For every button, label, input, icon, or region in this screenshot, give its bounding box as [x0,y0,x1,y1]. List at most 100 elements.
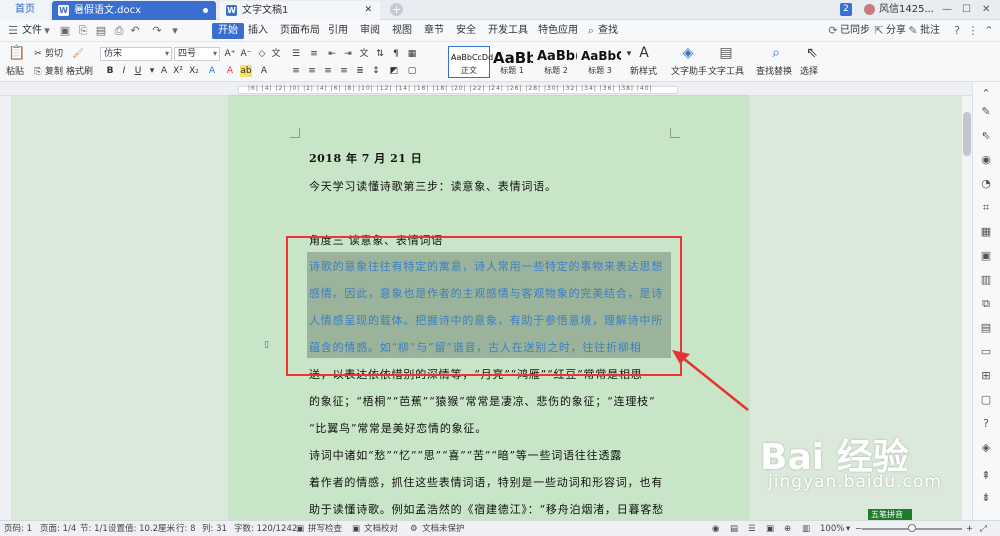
close-icon[interactable]: ✕ [364,1,372,20]
char-shading-icon[interactable]: A [258,65,270,77]
doc-helper-icon[interactable]: ◈ [680,45,696,61]
menu-view[interactable]: 视图 [392,23,412,39]
select-button[interactable]: 选择 [800,66,818,78]
chevron-up-icon[interactable]: ⌃ [978,86,994,102]
crop-icon[interactable]: ⌗ [978,200,994,216]
image-icon[interactable]: ▣ [978,248,994,264]
styles-scroll-icon[interactable]: ▾ [623,48,635,60]
line-spacing-icon[interactable]: ↕ [370,65,382,77]
cut-button[interactable]: 剪切 [45,48,63,60]
notification-badge[interactable]: 2 [840,3,852,16]
style-heading-1[interactable]: AaBb 标题 1 [490,46,534,78]
phonetic-icon[interactable]: 文 [270,48,282,60]
text-effect-icon[interactable]: A [206,65,218,77]
share-icon[interactable]: ⇱ [872,24,886,38]
menu-references[interactable]: 引用 [328,23,348,39]
italic-icon[interactable]: I [118,65,130,77]
font-color-icon[interactable]: A [224,65,236,77]
find-replace-icon[interactable]: ⌕ [768,45,784,61]
more-icon[interactable]: ⋮ [966,24,980,38]
protect-status[interactable]: 文档未保护 [422,523,465,535]
print-icon[interactable]: ⎙ [112,24,126,38]
print-preview-icon[interactable]: ▤ [94,24,108,38]
doc-intro-line[interactable]: 今天学习读懂诗歌第三步：读意象、表情词语。 [309,178,557,194]
location-icon[interactable]: ◉ [978,152,994,168]
menu-developer[interactable]: 开发工具 [488,23,528,39]
superscript-icon[interactable]: X² [172,65,184,77]
view-page-icon[interactable]: ▤ [730,523,738,535]
close-window-icon[interactable]: ✕ [982,0,990,20]
align-left-icon[interactable]: ≡ [290,65,302,77]
copy-icon[interactable]: ⎘ [32,66,44,78]
chevron-down-icon[interactable]: ▾ [146,65,158,77]
maximize-icon[interactable]: ☐ [962,0,971,20]
proofread-icon[interactable]: ▣ [352,523,360,535]
strikethrough-icon[interactable]: A [158,65,170,77]
vertical-scrollbar[interactable] [962,96,972,520]
chart-icon[interactable]: ▥ [978,272,994,288]
menu-special[interactable]: 特色应用 [538,23,578,39]
paste-icon[interactable]: ▤ [978,320,994,336]
cursor-icon[interactable]: ⇖ [978,128,994,144]
decrease-indent-icon[interactable]: ⇤ [326,48,338,60]
share-button[interactable]: 分享 [886,23,906,39]
table-icon[interactable]: ▦ [406,48,418,60]
cut-icon[interactable]: ✂ [32,48,44,60]
chevron-down-icon[interactable]: ▾ [40,24,54,38]
text-tools-button[interactable]: 文字工具 [708,66,744,78]
tab-document-new[interactable]: W 文字文稿1 ✕ [220,1,380,20]
paste-icon[interactable]: 📋 [8,45,25,61]
align-right-icon[interactable]: ≡ [322,65,334,77]
distribute-icon[interactable]: ≣ [354,65,366,77]
help-icon[interactable]: ? [950,24,964,38]
tab-document-summer-chinese[interactable]: W 暑假语文.docx [52,1,216,20]
status-page[interactable]: 页面: 1/4 [40,523,76,535]
eye-icon[interactable]: ◉ [712,523,719,535]
select-cursor-icon[interactable]: ⇖ [804,45,820,61]
menu-review[interactable]: 审阅 [360,23,380,39]
undo-history-icon[interactable]: ⎘ [76,24,90,38]
bullet-list-icon[interactable]: ☰ [290,48,302,60]
collapse-ribbon-icon[interactable]: ⌃ [982,24,996,38]
sort-icon[interactable]: ⇅ [374,48,386,60]
user-name[interactable]: 风信1425... [879,0,934,20]
proofread-button[interactable]: 文档校对 [364,523,398,535]
layers-icon[interactable]: ⧉ [978,296,994,312]
grow-font-icon[interactable]: A⁺ [224,48,236,60]
doc-body-line[interactable]: 诗词中诸如“愁”“忆”“思”“喜”“苦”“暗”等一些词语往往透露 [309,447,622,463]
flow-icon[interactable]: ⊞ [978,368,994,384]
menu-search[interactable]: 查找 [598,23,618,39]
spell-check-icon[interactable]: ▣ [296,523,304,535]
style-normal[interactable]: AaBbCcDd 正文 [448,46,493,78]
avatar[interactable] [864,4,875,15]
view-globe-icon[interactable]: ⊕ [784,523,791,535]
zoom-dropdown-icon[interactable]: ▾ [846,523,850,535]
redo-icon[interactable]: ↷ [150,24,164,38]
menu-file[interactable]: 文件 [22,23,42,39]
underline-icon[interactable]: U [132,65,144,77]
view-web-icon[interactable]: ▣ [766,523,774,535]
justify-icon[interactable]: ≡ [338,65,350,77]
save-icon[interactable]: ▣ [58,24,72,38]
paragraph-layout-icon[interactable]: ▯ [264,340,274,351]
chinese-layout-icon[interactable]: 文 [358,48,370,60]
sync-status[interactable]: 已同步 [840,23,870,39]
shape-icon[interactable]: ◔ [978,176,994,192]
help-icon[interactable]: ? [978,416,994,432]
find-replace-button[interactable]: 查找替换 [756,66,792,78]
annotate-icon[interactable]: ✎ [906,24,920,38]
horizontal-ruler[interactable]: |6| |4| |2| |0| |2| |4| |6| |8| |10| |12… [0,82,1000,96]
customize-icon[interactable]: ▾ [168,24,182,38]
minimize-icon[interactable]: — [942,0,952,20]
show-marks-icon[interactable]: ¶ [390,48,402,60]
new-style-icon[interactable]: A [636,45,652,61]
format-painter-button[interactable]: 格式刷 [66,66,93,78]
highlight-color-icon[interactable]: ab [240,65,252,77]
menu-security[interactable]: 安全 [456,23,476,39]
protect-icon[interactable]: ⚙ [410,523,418,535]
doc-body-line[interactable]: 着作者的情感，抓住这些表情词语，特别是一些动词和形容词，也有 [309,474,663,490]
font-size-select[interactable]: 四号 ▾ [174,47,220,61]
page-up-icon[interactable]: ⇞ [978,468,994,484]
zoom-slider-knob[interactable] [908,524,916,532]
shading-icon[interactable]: ◩ [388,65,400,77]
